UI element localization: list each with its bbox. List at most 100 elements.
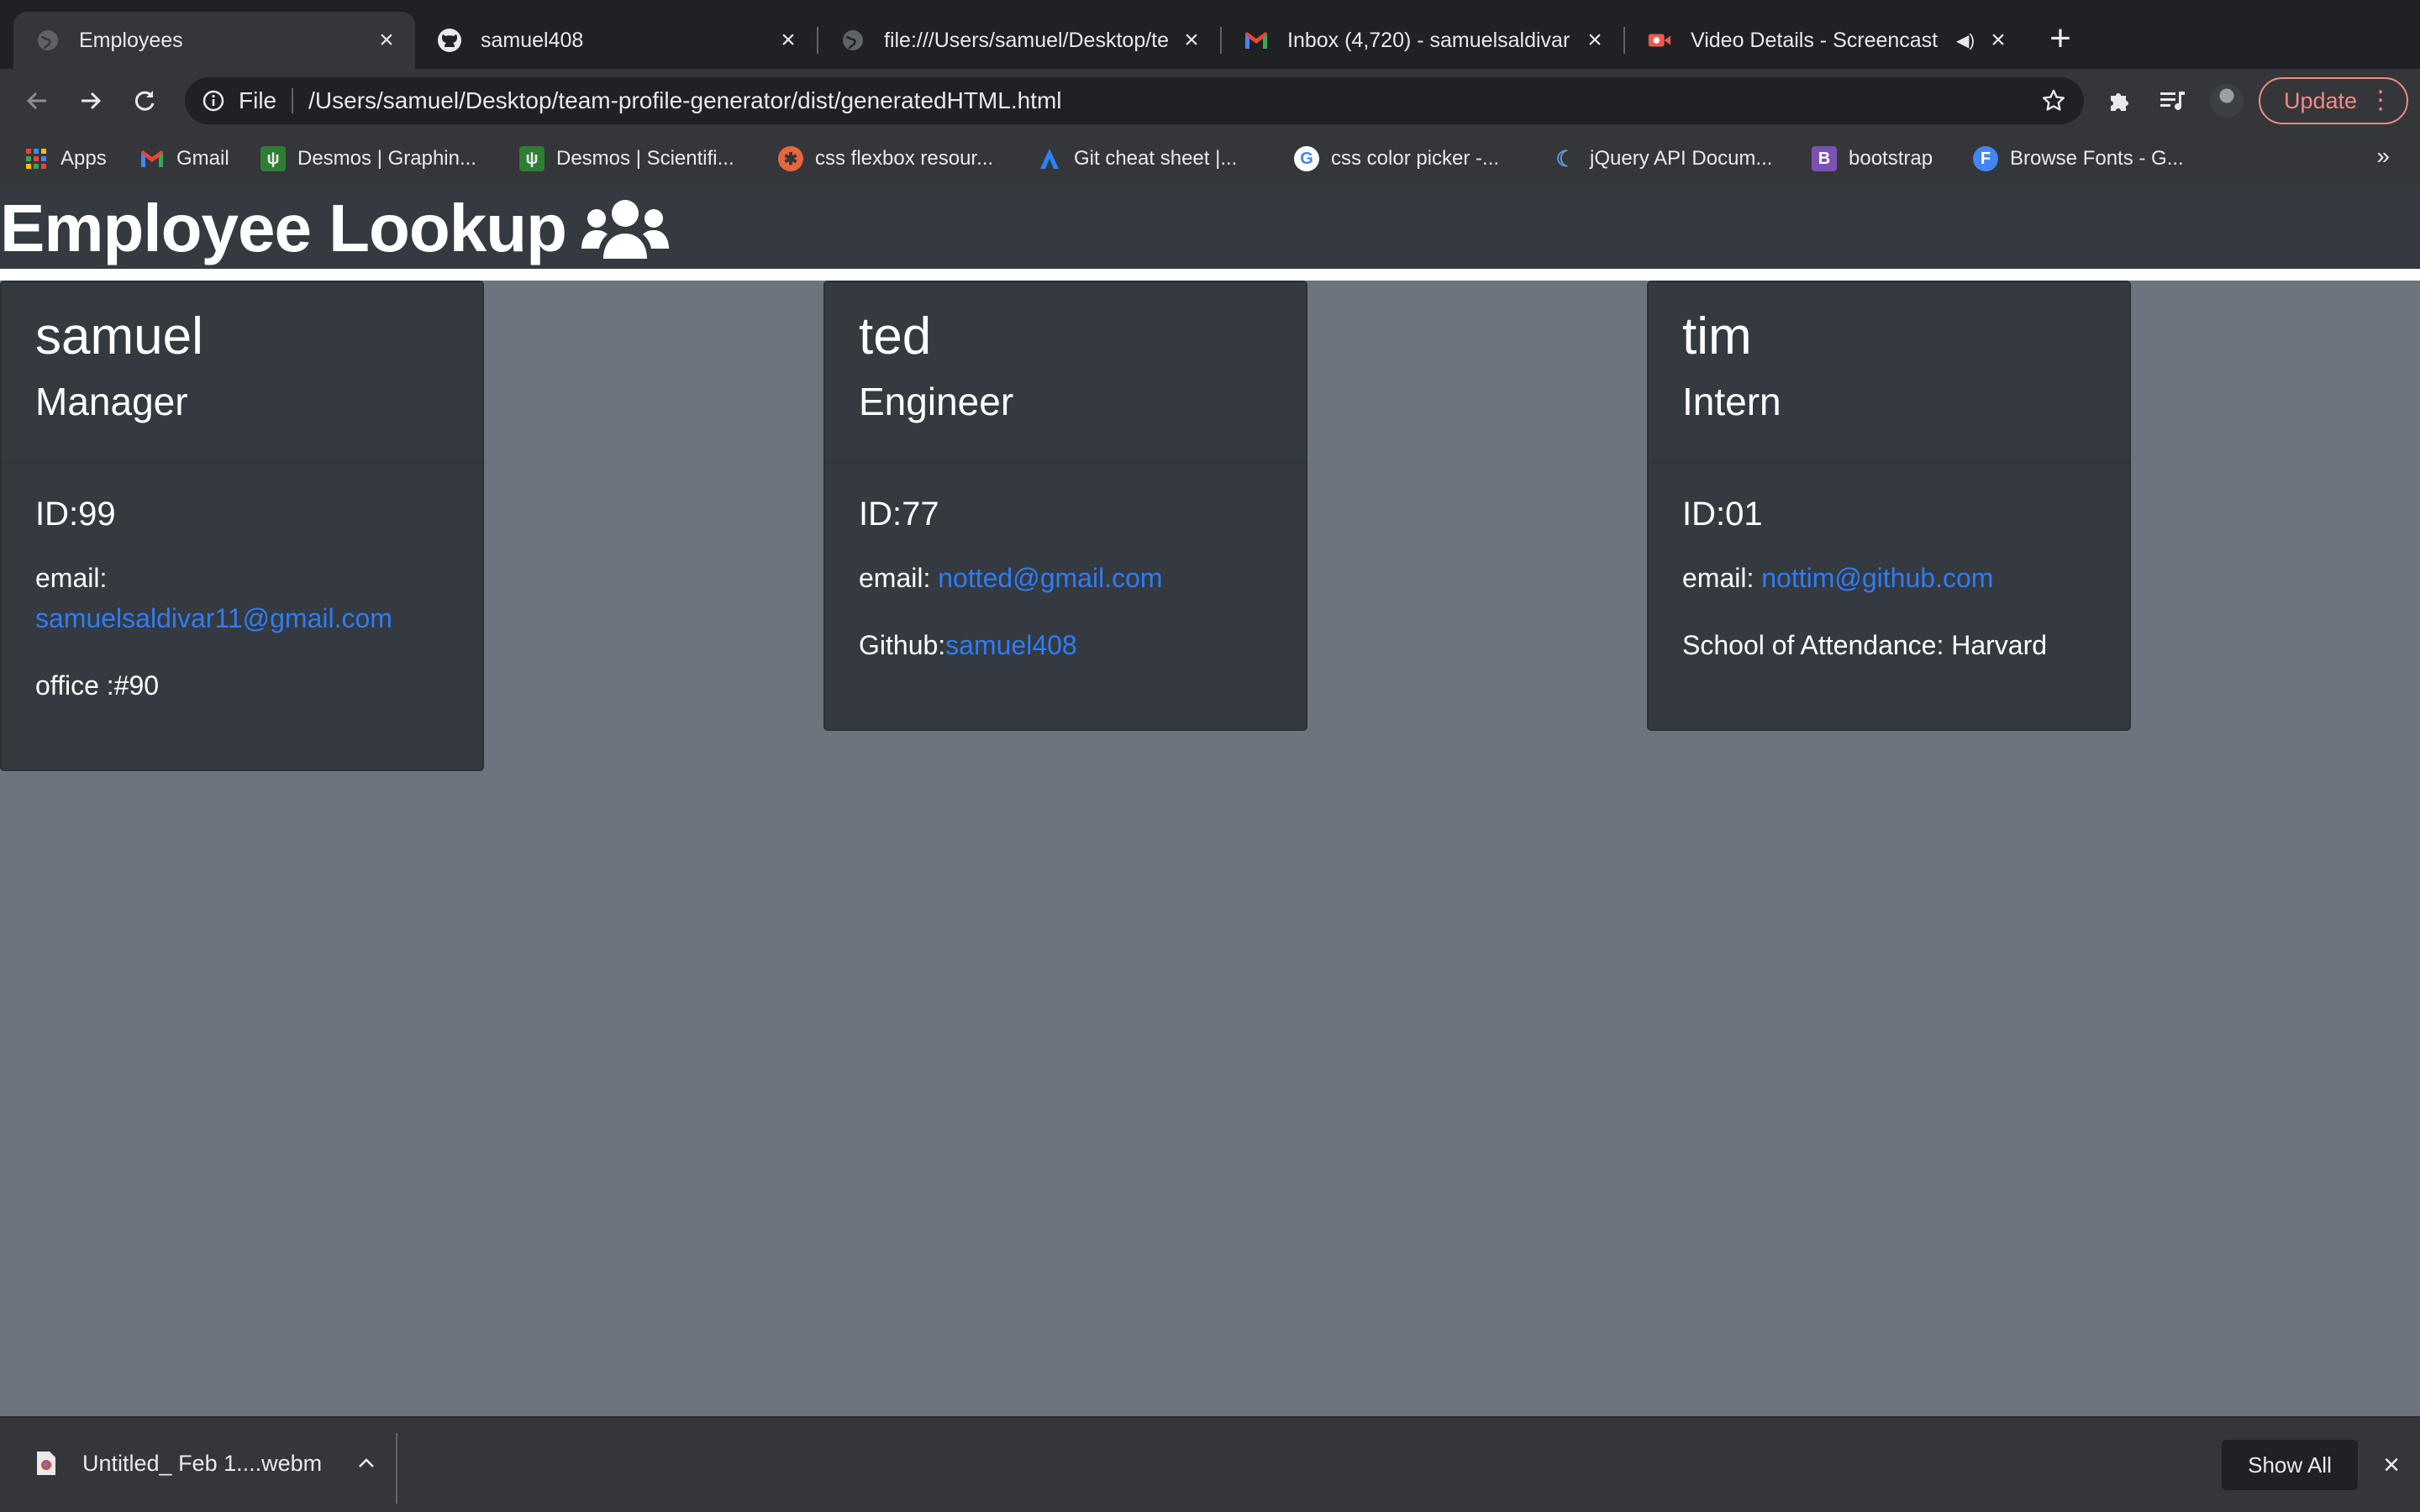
page-title: Employee Lookup [0,188,669,269]
google-icon: G [1294,146,1319,171]
bookmark-jquery-api[interactable]: ☾ jQuery API Docum... [1553,143,1772,175]
bookmark-desmos-scientific[interactable]: ψ Desmos | Scientifi... [519,143,734,175]
new-tab-button[interactable]: + [2042,20,2079,59]
bookmark-label: Gmail [176,147,229,170]
chevron-up-icon[interactable] [355,1452,377,1474]
card-body: ID:01 email: nottim@github.com School of… [1649,464,2129,729]
employee-role: Intern [1682,380,1781,423]
tab-title: Inbox (4,720) - samuelsaldivar [1287,28,1570,52]
page-header: Employee Lookup [0,185,2420,269]
url-text[interactable]: /Users/samuel/Desktop/team-profile-gener… [308,87,2035,114]
close-icon[interactable]: × [1176,25,1207,55]
employee-name: ted [859,307,932,365]
github-icon [437,28,462,53]
tab-strip: Employees × samuel408 × file:///Users/sa… [0,0,2420,69]
bookmark-label: Apps [60,147,107,170]
address-bar[interactable]: File /Users/samuel/Desktop/team-profile-… [185,77,2084,124]
globe-icon [35,28,60,53]
tab-title: Video Details - Screencast [1691,28,1939,52]
employee-id: ID:99 [35,496,116,533]
close-icon[interactable]: × [1580,25,1610,55]
bookmark-gmail[interactable]: Gmail [139,143,229,175]
employee-name: tim [1682,307,1752,365]
star-icon[interactable] [2035,82,2072,119]
bookmark-label: jQuery API Docum... [1590,147,1773,170]
tab-gmail[interactable]: Inbox (4,720) - samuelsaldivar × [1222,12,1623,69]
github-label: Github: [859,630,946,660]
employee-card-intern: tim Intern ID:01 email: nottim@github.co… [1647,281,2131,731]
employee-email-row: email: samuelsaldivar11@gmail.com [35,558,449,638]
card-body: ID:77 email: notted@gmail.com Github:sam… [825,464,1306,729]
office-number: office :#90 [35,670,160,701]
bookmark-git-cheat-sheet[interactable]: Git cheat sheet |... [1037,143,1237,175]
arrow-left-icon [26,92,46,110]
back-button[interactable] [17,81,57,121]
reload-button[interactable] [124,81,165,121]
show-all-button[interactable]: Show All [2222,1440,2358,1490]
tab-employees[interactable]: Employees × [13,12,415,69]
bookmark-css-flexbox[interactable]: ✱ css flexbox resour... [778,143,993,175]
email-label: email: [859,563,931,593]
page-content: Employee Lookup samuel Manager ID:99 ema… [0,185,2420,1416]
arrow-right-icon [82,92,102,110]
email-link[interactable]: samuelsaldivar11@gmail.com [35,603,392,633]
more-vert-icon[interactable]: ⋮ [2368,86,2393,116]
address-divider [292,88,294,113]
desmos-icon: ψ [519,146,544,171]
employee-email-row: email: nottim@github.com [1682,558,2096,598]
bookmark-css-color-picker[interactable]: G css color picker -... [1294,143,1499,175]
email-link[interactable]: notted@gmail.com [938,563,1162,593]
close-icon[interactable]: × [2375,1448,2408,1482]
users-icon [581,195,669,262]
extensions-puzzle-icon[interactable] [2101,82,2138,119]
download-shelf: Untitled_ Feb 1....webm Show All × [0,1416,2420,1512]
media-queue-icon[interactable] [2154,82,2191,119]
google-fonts-icon: F [1973,146,1998,171]
close-icon[interactable]: × [1983,25,2013,55]
employee-email-row: email: notted@gmail.com [859,558,1272,598]
employee-id: ID:01 [1682,496,1763,533]
github-link[interactable]: samuel408 [945,630,1077,660]
employee-card-manager: samuel Manager ID:99 email: samuelsaldiv… [0,281,484,771]
email-link[interactable]: nottim@github.com [1761,563,1993,593]
bookmarks-overflow-icon[interactable]: » [2376,143,2390,170]
apps-grid-icon [24,146,49,171]
tab-file[interactable]: file:///Users/samuel/Desktop/te × [818,12,1220,69]
bookmark-label: bootstrap [1849,147,1933,170]
page-title-text: Employee Lookup [0,191,567,265]
download-item[interactable]: Untitled_ Feb 1....webm [34,1448,377,1478]
tab-title: samuel408 [481,28,584,52]
update-button[interactable]: Update ⋮ [2259,77,2408,124]
bookmark-desmos-graphing[interactable]: ψ Desmos | Graphin... [260,143,476,175]
close-icon[interactable]: × [773,25,803,55]
employee-role: Engineer [859,380,1014,423]
tab-github[interactable]: samuel408 × [415,12,817,69]
card-header: ted Engineer [825,282,1306,464]
info-icon[interactable] [200,87,227,114]
employee-id: ID:77 [859,496,939,533]
email-label: email: [35,563,108,593]
header-divider [0,269,2420,281]
bookmark-bootstrap[interactable]: B bootstrap [1812,143,1933,175]
gmail-icon [1244,28,1269,53]
speaker-icon[interactable]: ◀) [1956,30,1975,51]
card-header: tim Intern [1649,282,2129,464]
tab-title: Employees [79,28,183,52]
bookmark-label: Desmos | Scientifi... [556,147,734,170]
bookmarks-bar: Apps Gmail ψ Desmos | Graphin... ψ Desmo… [0,133,2420,185]
screencastify-icon [1647,28,1672,53]
close-icon[interactable]: × [371,25,402,55]
card-body: ID:99 email: samuelsaldivar11@gmail.com … [2,464,482,769]
globe-icon [840,28,865,53]
bookmark-label: css flexbox resour... [815,147,994,170]
bookmark-label: Git cheat sheet |... [1074,147,1238,170]
profile-avatar[interactable] [2210,84,2244,118]
forward-button[interactable] [71,81,111,121]
reload-icon [134,91,155,111]
tab-video-details[interactable]: Video Details - Screencast ◀) × [1625,12,2027,69]
bookmark-apps[interactable]: Apps [24,143,107,175]
card-header: samuel Manager [2,282,482,464]
file-icon [34,1448,59,1478]
bookmark-browse-fonts[interactable]: F Browse Fonts - G... [1973,143,2184,175]
url-scheme-label: File [239,87,277,113]
